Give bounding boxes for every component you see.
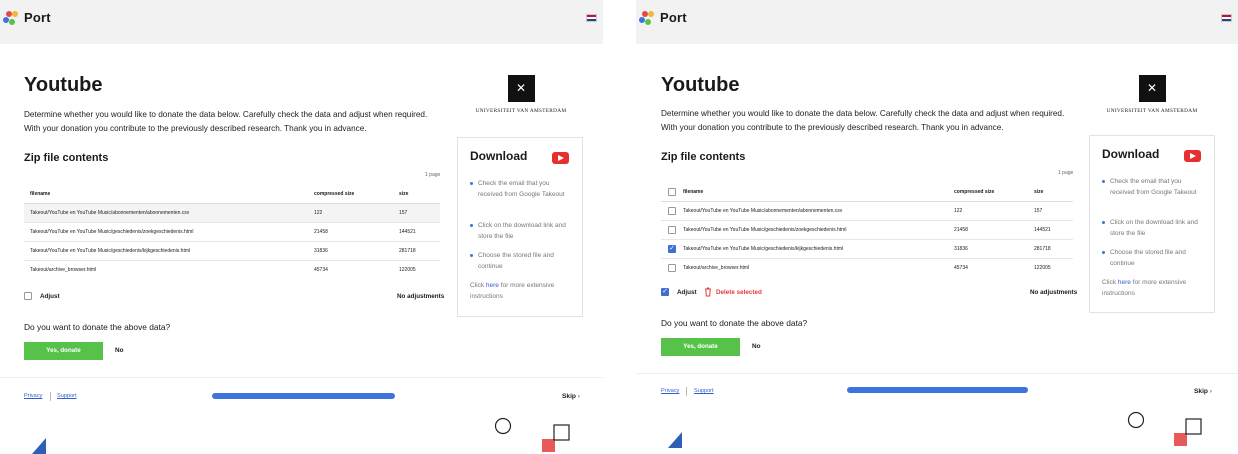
row-checkbox[interactable] — [668, 207, 676, 215]
yes-donate-button[interactable]: Yes, donate — [661, 338, 740, 356]
skip-button[interactable]: Skip › — [1194, 388, 1212, 395]
circle-decoration — [1127, 411, 1145, 429]
table-title: Zip file contents — [24, 152, 109, 164]
top-bar: Port — [636, 0, 1238, 44]
more-instructions: Click here for more extensive instructio… — [1102, 279, 1187, 297]
table-row[interactable]: Takeout/YouTube en YouTube Music/geschie… — [24, 242, 440, 261]
download-step: Click on the download link and store the… — [470, 220, 566, 242]
download-title: Download — [470, 149, 528, 163]
port-logo-icon — [639, 11, 654, 25]
privacy-link[interactable]: Privacy — [661, 388, 679, 394]
download-card: Download Check the email that you receiv… — [457, 137, 583, 317]
instructions-link[interactable]: here — [1118, 279, 1131, 286]
download-card: Download Check the email that you receiv… — [1089, 135, 1215, 313]
no-button[interactable]: No — [752, 343, 761, 350]
download-step: Choose the stored file and continue — [470, 250, 566, 272]
youtube-icon — [552, 152, 569, 164]
delete-selected-button[interactable]: Delete selected — [716, 289, 762, 296]
adjust-checkbox[interactable] — [24, 292, 32, 300]
institution-logo: ✕ UNIVERSITEIT VAN AMSTERDAM — [1106, 75, 1198, 114]
youtube-icon — [1184, 150, 1201, 162]
squares-decoration — [1174, 418, 1202, 446]
page-count: 1 page — [1058, 170, 1074, 176]
footer-separator — [686, 387, 687, 396]
brand-name: Port — [24, 10, 51, 25]
page-title: Youtube — [661, 74, 740, 96]
adjust-label: Adjust — [677, 289, 697, 296]
uva-emblem-icon: ✕ — [507, 75, 535, 102]
squares-decoration — [542, 424, 570, 452]
yes-donate-button[interactable]: Yes, donate — [24, 342, 103, 360]
table-row[interactable]: Takeout/archive_browser.html 45734 12200… — [661, 259, 1073, 278]
table-row[interactable]: Takeout/YouTube en YouTube Music/abonnem… — [24, 204, 440, 223]
download-step: Choose the stored file and continue — [1102, 247, 1198, 269]
table-row[interactable]: ✓ Takeout/YouTube en YouTube Music/gesch… — [661, 240, 1073, 259]
footer-divider — [0, 377, 603, 378]
flag-nl-icon[interactable] — [1221, 14, 1232, 22]
column-filename: filename — [30, 191, 51, 197]
top-bar: Port — [0, 0, 603, 44]
table-row[interactable]: Takeout/YouTube en YouTube Music/geschie… — [661, 221, 1073, 240]
page-description: Determine whether you would like to dona… — [24, 110, 428, 133]
table-row[interactable]: Takeout/YouTube en YouTube Music/abonnem… — [661, 202, 1073, 221]
uva-emblem-icon: ✕ — [1138, 75, 1166, 102]
select-all-checkbox[interactable] — [668, 188, 676, 196]
screen-default-state: Port Youtube Determine whether you would… — [0, 0, 603, 454]
download-title: Download — [1102, 147, 1160, 161]
chevron-right-icon: › — [1209, 388, 1212, 395]
file-table: filename compressed size size Takeout/Yo… — [661, 183, 1073, 278]
column-size: size — [399, 191, 409, 197]
column-compressed: compressed size — [314, 191, 355, 197]
donate-question: Do you want to donate the above data? — [24, 322, 171, 332]
page-description: Determine whether you would like to dona… — [661, 109, 1065, 132]
progress-bar — [847, 387, 1028, 393]
row-checkbox[interactable] — [668, 226, 676, 234]
support-link[interactable]: Support — [57, 393, 77, 399]
adjust-checkbox-checked[interactable]: ✓ — [661, 288, 669, 296]
download-step: Check the email that you received from G… — [470, 178, 566, 200]
skip-button[interactable]: Skip › — [562, 393, 580, 400]
row-checkbox[interactable] — [668, 264, 676, 272]
column-filename: filename — [683, 189, 704, 195]
circle-decoration — [494, 417, 512, 435]
institution-logo: ✕ UNIVERSITEIT VAN AMSTERDAM — [475, 75, 567, 114]
page-count: 1 page — [425, 172, 441, 178]
triangle-decoration — [668, 432, 682, 448]
progress-bar — [212, 393, 395, 399]
brand-name: Port — [660, 10, 687, 25]
flag-nl-icon[interactable] — [586, 14, 597, 22]
row-checkbox-checked[interactable]: ✓ — [668, 245, 676, 253]
trash-icon[interactable] — [704, 287, 712, 297]
triangle-decoration — [32, 438, 46, 454]
table-header: filename compressed size size — [661, 183, 1073, 202]
table-row[interactable]: Takeout/YouTube en YouTube Music/geschie… — [24, 223, 440, 242]
table-header: filename compressed size size — [24, 185, 440, 204]
download-step: Click on the download link and store the… — [1102, 217, 1198, 239]
table-row[interactable]: Takeout/archive_browser.html 45734 12200… — [24, 261, 440, 280]
privacy-link[interactable]: Privacy — [24, 393, 42, 399]
adjustment-status: No adjustments — [1030, 289, 1078, 296]
footer-separator — [50, 392, 51, 401]
download-step: Check the email that you received from G… — [1102, 176, 1198, 198]
support-link[interactable]: Support — [694, 388, 714, 394]
page-title: Youtube — [24, 74, 103, 96]
port-logo-icon — [3, 11, 18, 25]
column-size: size — [1034, 189, 1044, 195]
footer-divider — [636, 373, 1238, 374]
adjustment-status: No adjustments — [397, 293, 445, 300]
donate-question: Do you want to donate the above data? — [661, 318, 808, 328]
screen-adjust-state: Port Youtube Determine whether you would… — [636, 0, 1238, 454]
no-button[interactable]: No — [115, 347, 124, 354]
column-compressed: compressed size — [954, 189, 995, 195]
file-table: filename compressed size size Takeout/Yo… — [24, 185, 440, 280]
more-instructions: Click here for more extensive instructio… — [470, 282, 555, 300]
chevron-right-icon: › — [577, 393, 580, 400]
table-title: Zip file contents — [661, 151, 746, 163]
adjust-label: Adjust — [40, 293, 60, 300]
panel-gap — [603, 0, 636, 454]
instructions-link[interactable]: here — [486, 282, 499, 289]
